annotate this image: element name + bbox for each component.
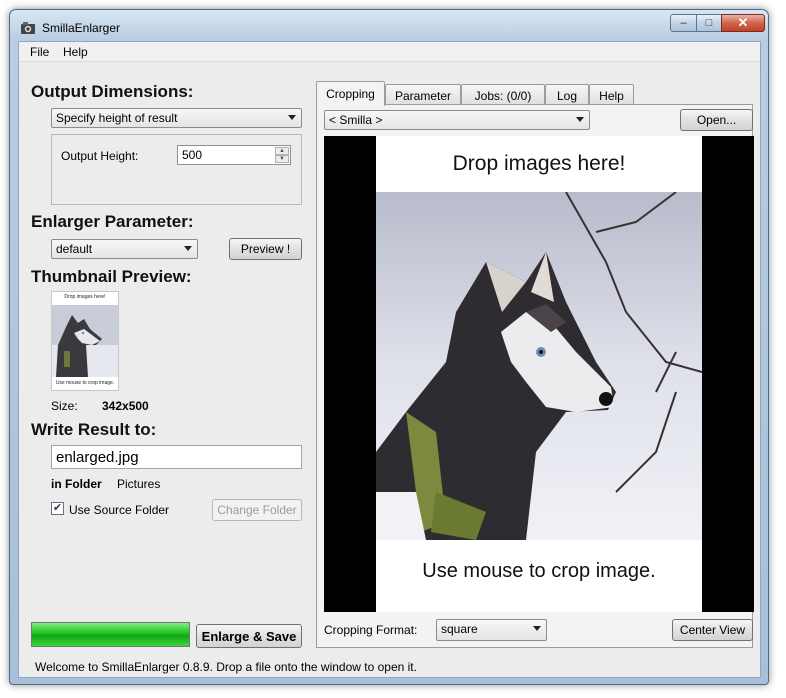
- in-folder-label: in Folder: [51, 477, 102, 491]
- center-view-button[interactable]: Center View: [672, 619, 753, 641]
- output-height-spinbox[interactable]: 500 ▲ ▼: [177, 145, 291, 165]
- viewer-image: Drop images here! Use mouse to crop imag…: [376, 136, 702, 612]
- spin-buttons[interactable]: ▲ ▼: [275, 147, 289, 163]
- dropdown-arrow-icon: [288, 115, 296, 120]
- progress-fill: [32, 623, 189, 646]
- tab-jobs[interactable]: Jobs: (0/0): [461, 84, 545, 106]
- close-button[interactable]: ✕: [721, 14, 765, 32]
- spin-up-icon[interactable]: ▲: [275, 147, 289, 155]
- enlarger-preset-dropdown[interactable]: default: [51, 239, 198, 259]
- thumbnail-dog-photo: [52, 305, 118, 377]
- minimize-icon: –: [680, 17, 687, 29]
- size-label: Size:: [51, 399, 78, 413]
- dropdown-arrow-icon: [533, 626, 541, 631]
- title-bar[interactable]: SmillaEnlarger – □ ✕: [10, 10, 768, 42]
- window-title: SmillaEnlarger: [42, 21, 121, 35]
- filename-value: enlarged.jpg: [56, 449, 139, 466]
- enlarger-parameter-title: Enlarger Parameter:: [31, 212, 194, 231]
- maximize-icon: □: [705, 17, 713, 29]
- open-button[interactable]: Open...: [680, 109, 753, 131]
- change-folder-button[interactable]: Change Folder: [212, 499, 302, 521]
- crop-viewer[interactable]: Drop images here! Use mouse to crop imag…: [324, 136, 754, 612]
- output-dimensions-title: Output Dimensions:: [31, 82, 194, 101]
- checkmark-icon: ✔: [52, 502, 63, 514]
- tab-log[interactable]: Log: [545, 84, 589, 106]
- size-value: 342x500: [102, 399, 149, 413]
- enlarger-preset-value: default: [56, 242, 93, 256]
- spin-down-icon[interactable]: ▼: [275, 155, 289, 163]
- drop-images-text: Drop images here!: [452, 152, 626, 175]
- output-mode-value: Specify height of result: [56, 111, 178, 125]
- progress-bar: [31, 622, 190, 647]
- output-height-group: Output Height: 500 ▲ ▼: [51, 134, 302, 205]
- dropdown-arrow-icon: [576, 117, 584, 122]
- husky-photo: [376, 192, 702, 540]
- filename-input[interactable]: enlarged.jpg: [51, 445, 302, 469]
- tab-parameter[interactable]: Parameter: [385, 84, 461, 106]
- main-window: SmillaEnlarger – □ ✕ File Help Output Di…: [9, 9, 769, 685]
- use-source-folder-checkbox[interactable]: ✔: [51, 502, 64, 515]
- source-value: < Smilla >: [329, 113, 383, 127]
- preview-button[interactable]: Preview !: [229, 238, 302, 260]
- output-height-value: 500: [182, 148, 203, 162]
- minimize-button[interactable]: –: [670, 14, 697, 32]
- write-result-title: Write Result to:: [31, 420, 157, 439]
- tab-help[interactable]: Help: [589, 84, 634, 106]
- output-mode-dropdown[interactable]: Specify height of result: [51, 108, 302, 128]
- cropping-format-label: Cropping Format:: [324, 623, 418, 637]
- crop-instructions-text: Use mouse to crop image.: [422, 560, 656, 582]
- thumbnail-top-text: Drop images here!: [64, 294, 106, 300]
- output-height-label: Output Height:: [61, 149, 139, 163]
- source-dropdown[interactable]: < Smilla >: [324, 110, 590, 130]
- thumbnail-preview-title: Thumbnail Preview:: [31, 267, 192, 286]
- use-source-folder-label[interactable]: Use Source Folder: [69, 503, 169, 517]
- client-area: File Help Output Dimensions: Specify hei…: [18, 41, 761, 678]
- folder-value: Pictures: [117, 477, 161, 491]
- thumbnail-image: Drop images here! Use mouse to crop imag…: [51, 291, 119, 391]
- menu-help[interactable]: Help: [63, 45, 88, 59]
- menu-file[interactable]: File: [30, 45, 49, 59]
- maximize-button[interactable]: □: [696, 14, 722, 32]
- dropdown-arrow-icon: [184, 246, 192, 251]
- menu-bar: File Help: [19, 42, 760, 62]
- cropping-format-value: square: [441, 622, 478, 636]
- status-bar: Welcome to SmillaEnlarger 0.8.9. Drop a …: [35, 660, 417, 674]
- tab-cropping[interactable]: Cropping: [316, 81, 385, 106]
- thumbnail-bottom-text: Use mouse to crop image.: [55, 380, 115, 386]
- close-icon: ✕: [737, 15, 749, 30]
- cropping-format-dropdown[interactable]: square: [436, 619, 547, 641]
- enlarge-save-button[interactable]: Enlarge & Save: [196, 624, 302, 648]
- app-icon: [21, 22, 35, 34]
